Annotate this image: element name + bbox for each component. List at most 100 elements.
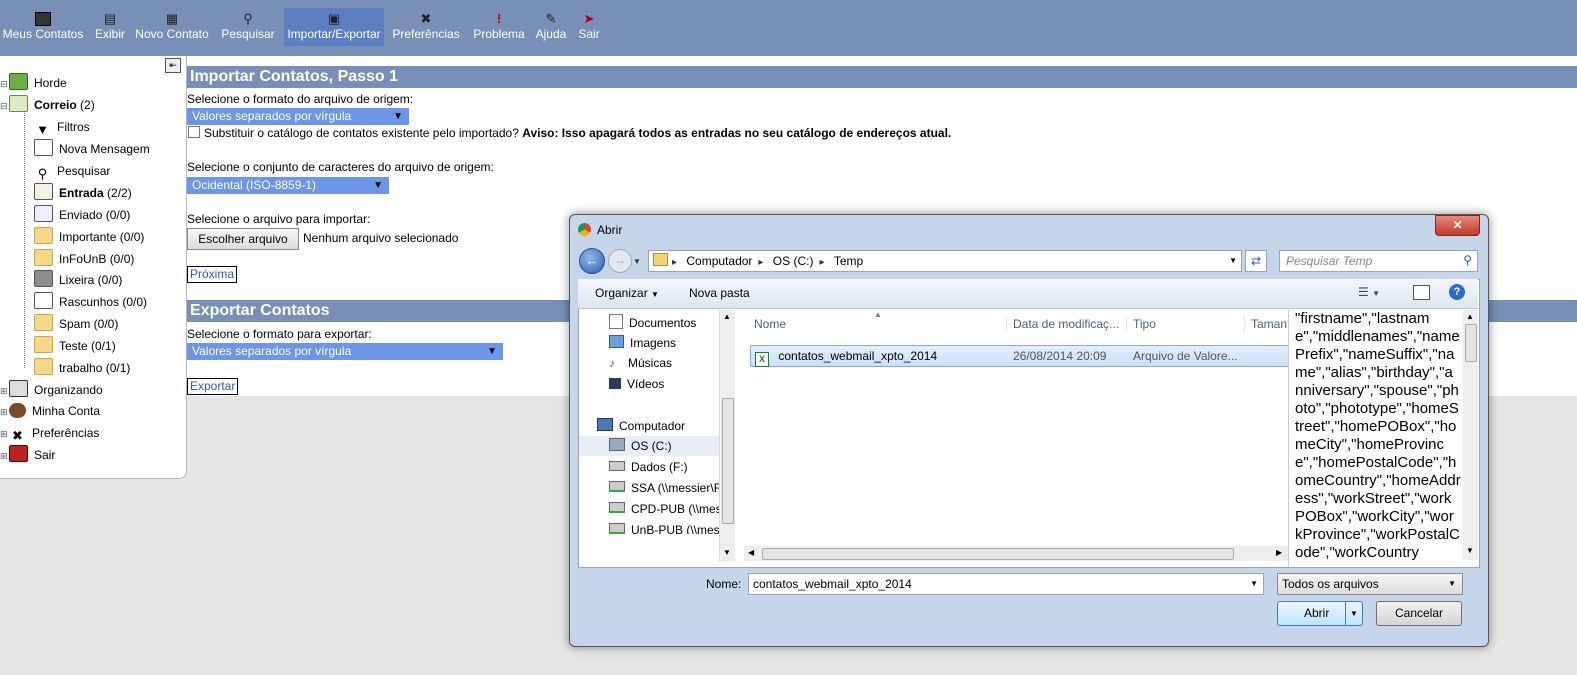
organize-menu[interactable]: Organizar ▼ (595, 286, 659, 300)
nav-item-videos[interactable]: Vídeos (609, 377, 664, 391)
sidebar-item-importante[interactable]: Importante (0/0) (34, 227, 144, 247)
next-button[interactable]: Próxima (187, 266, 238, 283)
dropdown-arrow-icon: ▼ (1448, 579, 1456, 588)
address-dropdown-icon[interactable]: ▼ (1229, 251, 1237, 271)
chrome-icon (578, 223, 591, 236)
sent-folder-icon (34, 205, 53, 222)
sidebar-item-horde[interactable]: ⊟ Horde (0, 73, 67, 93)
refresh-button[interactable]: ⇄ (1245, 250, 1267, 272)
help-icon[interactable]: ? (1449, 284, 1465, 300)
toolbar-preferencias[interactable]: ✖ Preferências (389, 8, 463, 46)
nav-item-cpd-pub[interactable]: CPD-PUB (\\mes (609, 502, 722, 516)
column-header-nome[interactable]: Nome (754, 317, 786, 331)
sidebar-item-trabalho[interactable]: trabalho (0/1) (34, 358, 130, 378)
toolbar-ajuda[interactable]: ✎ Ajuda (533, 8, 569, 46)
choose-file-button[interactable]: Escolher arquivo (187, 228, 299, 250)
sidebar-item-filtros[interactable]: ▼ Filtros (34, 117, 90, 137)
hscroll-thumb[interactable] (762, 548, 1234, 560)
breadcrumb-computador[interactable]: Computador (686, 254, 752, 268)
history-dropdown-icon[interactable]: ▼ (633, 257, 641, 266)
view-options-icon[interactable]: ☰ ▼ (1358, 285, 1380, 299)
filter-icon: ▼ (36, 122, 49, 137)
column-header-data[interactable]: Data de modificaç... (1006, 317, 1119, 331)
toolbar-novo-contato[interactable]: ▦ Novo Contato (133, 8, 211, 46)
file-type: Arquivo de Valore... (1133, 349, 1238, 363)
preview-scrollbar[interactable]: ▲ ▼ (1463, 310, 1478, 560)
back-button[interactable]: ← (579, 248, 605, 274)
import-format-select[interactable]: Valores separados por vírgula ▼ (187, 108, 409, 125)
sidebar-item-infounb[interactable]: InFoUnB (0/0) (34, 249, 134, 269)
column-header-tipo[interactable]: Tipo (1126, 317, 1156, 331)
sidebar-item-minha-conta[interactable]: ⊞ Minha Conta (0, 401, 100, 421)
collapse-sidebar-icon[interactable]: ⇤ (165, 58, 181, 73)
breadcrumb-os-c[interactable]: OS (C:) (773, 254, 814, 268)
drafts-icon (34, 292, 53, 309)
import-charset-select[interactable]: Ocidental (ISO-8859-1) ▼ (187, 177, 389, 194)
nav-item-os-c[interactable]: OS (C:) (579, 436, 719, 456)
export-button[interactable]: Exportar (187, 378, 239, 395)
user-icon (9, 403, 26, 418)
sidebar-item-organizando[interactable]: ⊞ Organizando (0, 380, 103, 400)
music-icon: ♪ (609, 356, 615, 370)
nav-item-documentos[interactable]: Documentos (609, 314, 696, 330)
open-button[interactable]: Abrir ▼ (1277, 601, 1363, 626)
dialog-titlebar[interactable]: Abrir ✕ (570, 215, 1488, 243)
help-book-icon: ✎ (545, 11, 557, 26)
sidebar-item-nova-mensagem[interactable]: Nova Mensagem (34, 139, 150, 159)
forward-button[interactable]: → (608, 249, 632, 273)
sidebar-item-preferencias[interactable]: ⊞ ✖ Preferências (0, 423, 99, 443)
sidebar-item-lixeira[interactable]: Lixeira (0/0) (34, 270, 122, 290)
preview-text: "firstname","lastname","middlenames","na… (1295, 310, 1461, 560)
sidebar-item-pesquisar[interactable]: ⚲ Pesquisar (34, 161, 111, 181)
folder-icon (34, 336, 53, 353)
file-name-input[interactable]: contatos_webmail_xpto_2014 ▼ (748, 573, 1264, 595)
network-drive-icon (609, 481, 625, 492)
nav-item-imagens[interactable]: Imagens (609, 335, 676, 350)
preview-scroll-thumb[interactable] (1465, 324, 1477, 362)
preview-pane-icon[interactable] (1413, 285, 1430, 300)
toolbar-importar-exportar[interactable]: ▣ Importar/Exportar (284, 8, 384, 46)
nav-item-unb-pub[interactable]: UnB-PUB (\\mes (609, 523, 720, 534)
toolbar-problema[interactable]: ! Problema (470, 8, 528, 46)
file-type-filter[interactable]: Todos os arquivos ▼ (1277, 573, 1463, 595)
import-charset-label: Selecione o conjunto de caracteres do ar… (187, 160, 494, 174)
toolbar-pesquisar[interactable]: ⚲ Pesquisar (217, 8, 279, 46)
file-list-hscrollbar[interactable]: ◀ ▶ (744, 546, 1289, 561)
nav-scrollbar[interactable]: ▲ ▼ (719, 310, 735, 562)
sidebar-item-entrada[interactable]: Entrada (2/2) (34, 183, 132, 203)
new-folder-button[interactable]: Nova pasta (689, 286, 750, 300)
import-file-label: Selecione o arquivo para importar: (187, 212, 371, 226)
sidebar-item-sair[interactable]: ⊞ Sair (0, 445, 55, 465)
exit-icon: ➤ (583, 11, 595, 26)
sidebar-item-rascunhos[interactable]: Rascunhos (0/0) (34, 292, 147, 312)
close-button[interactable]: ✕ (1435, 215, 1480, 236)
address-bar[interactable]: ▸ Computador ▸ OS (C:) ▸ Temp ▼ (648, 250, 1242, 272)
sidebar-item-enviado[interactable]: Enviado (0/0) (34, 205, 130, 225)
nav-item-computador[interactable]: Computador (597, 418, 685, 433)
search-input[interactable]: Pesquisar Temp ⚲ (1279, 250, 1478, 272)
nav-item-dados-f[interactable]: Dados (F:) (609, 460, 688, 474)
network-drive-icon (609, 502, 625, 513)
folder-icon (34, 358, 53, 375)
file-row[interactable]: X contatos_webmail_xpto_2014 26/08/2014 … (750, 345, 1297, 367)
exit-icon (9, 445, 28, 462)
breadcrumb-temp[interactable]: Temp (834, 254, 863, 268)
sidebar-item-spam[interactable]: Spam (0/0) (34, 314, 118, 334)
replace-option: Substituir o catálogo de contatos existe… (187, 126, 951, 140)
nav-item-ssa[interactable]: SSA (\\messier\F (609, 481, 721, 495)
column-header-tamanho[interactable]: Taman (1244, 317, 1287, 331)
sidebar-item-correio[interactable]: ⊟ Correio (2) (0, 95, 95, 115)
replace-checkbox[interactable] (188, 126, 200, 138)
toolbar-meus-contatos[interactable]: Meus Contatos (0, 8, 86, 46)
toolbar-sair[interactable]: ➤ Sair (575, 8, 603, 46)
sidebar-item-teste[interactable]: Teste (0/1) (34, 336, 116, 356)
cancel-button[interactable]: Cancelar (1376, 601, 1462, 626)
nav-item-musicas[interactable]: ♪ Músicas (609, 356, 672, 370)
open-dropdown-icon[interactable]: ▼ (1345, 602, 1362, 625)
nav-scroll-thumb[interactable] (722, 398, 734, 524)
toolbar-exibir[interactable]: ▤ Exibir (92, 8, 128, 46)
import-section-title: Importar Contatos, Passo 1 (187, 66, 1577, 88)
excel-file-icon: X (755, 352, 769, 367)
export-format-select[interactable]: Valores separados por vírgula ▼ (187, 343, 503, 360)
sidebar-tree: ⇤ ⊟ Horde ⊟ Correio (2) ▼ Filtros Nova Mens… (0, 56, 187, 479)
